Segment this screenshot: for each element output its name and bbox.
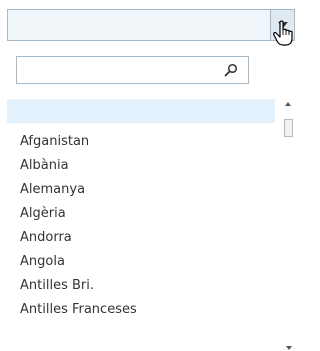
scroll-up-arrow-icon[interactable]	[285, 102, 291, 106]
list-item[interactable]: Albània	[20, 156, 69, 176]
list-item[interactable]: Angola	[20, 252, 65, 272]
hand-pointer-icon	[273, 20, 293, 46]
list-scrollbar[interactable]	[282, 97, 295, 351]
search-icon[interactable]	[224, 63, 238, 77]
scroll-down-arrow-icon[interactable]	[286, 346, 292, 350]
scrollbar-thumb[interactable]	[284, 119, 293, 137]
search-field[interactable]	[16, 56, 249, 84]
list-item[interactable]: Antilles Franceses	[20, 300, 137, 320]
country-combobox[interactable]	[7, 9, 295, 41]
country-list: Afganistan Albània Alemanya Algèria Ando…	[7, 97, 295, 351]
list-item-selected-empty[interactable]	[7, 99, 275, 123]
country-dropdown-panel: Afganistan Albània Alemanya Algèria Ando…	[0, 0, 295, 351]
list-item[interactable]: Afganistan	[20, 132, 89, 152]
list-item[interactable]: Antilles Bri.	[20, 276, 94, 296]
list-item[interactable]: Alemanya	[20, 180, 85, 200]
list-item[interactable]: Andorra	[20, 228, 72, 248]
list-item[interactable]: Algèria	[20, 204, 66, 224]
